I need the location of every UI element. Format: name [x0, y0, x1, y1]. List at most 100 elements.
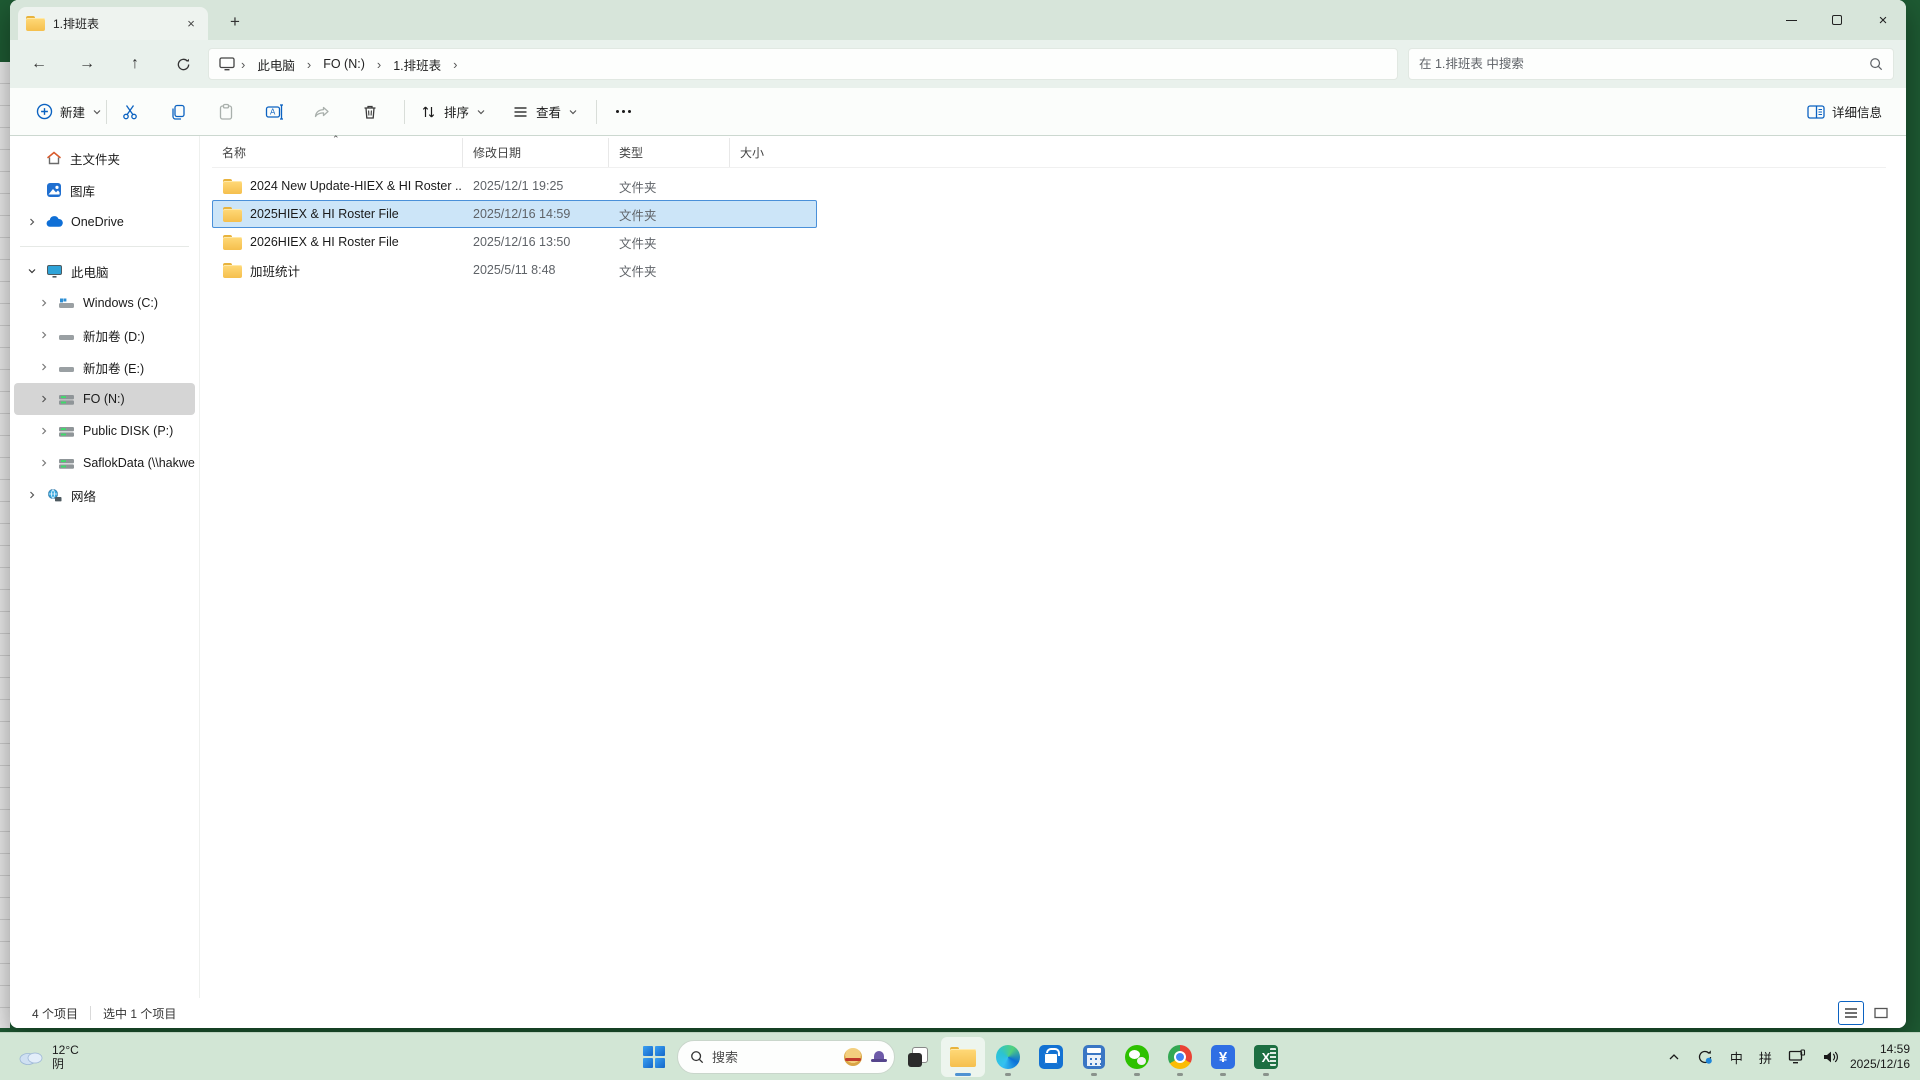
sidebar-item-drive-p[interactable]: Public DISK (P:): [14, 415, 195, 447]
sidebar-item-drive-saflok[interactable]: SaflokData (\\hakwe: [14, 447, 195, 479]
status-separator: [90, 1006, 91, 1020]
file-type: 文件夹: [609, 233, 730, 252]
sync-icon: [1696, 1048, 1714, 1066]
chrome-icon: [1168, 1045, 1192, 1069]
chevron-right-icon[interactable]: [26, 217, 38, 227]
breadcrumb[interactable]: › 此电脑 › FO (N:) › 1.排班表 ›: [208, 48, 1398, 80]
chevron-right-icon[interactable]: [26, 490, 38, 500]
chevron-right-icon[interactable]: [38, 362, 50, 372]
sidebar-item-drive-e[interactable]: 新加卷 (E:): [14, 351, 195, 383]
chevron-right-icon[interactable]: [38, 298, 50, 308]
file-type: 文件夹: [609, 205, 730, 224]
gallery-icon: [46, 182, 62, 198]
taskbar-store[interactable]: [1031, 1037, 1071, 1077]
paste-button[interactable]: [209, 95, 243, 129]
details-view-button[interactable]: [1838, 1001, 1864, 1025]
delete-button[interactable]: [353, 95, 387, 129]
taskbar-chrome[interactable]: [1160, 1037, 1200, 1077]
search-input[interactable]: [1419, 57, 1869, 71]
sidebar-item-network[interactable]: 网络: [14, 479, 195, 511]
chevron-right-icon[interactable]: [38, 394, 50, 404]
network-tray-icon[interactable]: [1782, 1037, 1812, 1077]
chevron-right-icon[interactable]: [38, 426, 50, 436]
taskbar-excel[interactable]: X: [1246, 1037, 1286, 1077]
close-button[interactable]: ×: [1860, 0, 1906, 40]
sidebar-item-drive-n[interactable]: FO (N:): [14, 383, 195, 415]
column-header-modified[interactable]: 修改日期: [462, 138, 608, 167]
yuan-app-icon: ¥: [1211, 1045, 1235, 1069]
taskbar-finance-app[interactable]: ¥: [1203, 1037, 1243, 1077]
column-header-type[interactable]: 类型: [608, 138, 729, 167]
column-header-size[interactable]: 大小: [729, 138, 809, 167]
windows-drive-icon: [58, 297, 75, 310]
forward-button[interactable]: →: [70, 48, 104, 80]
widgets-button[interactable]: 12°C 阴: [10, 1033, 87, 1080]
background-window-edge: [0, 62, 10, 1028]
network-drive-icon: [58, 457, 75, 470]
task-view-button[interactable]: [898, 1037, 938, 1077]
sidebar-item-gallery[interactable]: 图库: [14, 174, 195, 206]
sidebar-item-drive-c[interactable]: Windows (C:): [14, 287, 195, 319]
search-box[interactable]: [1408, 48, 1894, 80]
sidebar-item-home[interactable]: 主文件夹: [14, 142, 195, 174]
view-icon: [512, 104, 529, 120]
more-options-button[interactable]: [606, 95, 640, 129]
breadcrumb-current-folder[interactable]: 1.排班表: [387, 52, 447, 77]
share-button[interactable]: [305, 95, 339, 129]
view-button[interactable]: 查看: [504, 96, 586, 127]
up-button[interactable]: ↑: [118, 48, 152, 80]
taskbar-search[interactable]: [677, 1040, 895, 1074]
maximize-button[interactable]: [1814, 0, 1860, 40]
chevron-expanded-icon[interactable]: [26, 266, 38, 276]
details-pane-button[interactable]: 详细信息: [1799, 96, 1890, 127]
tab-close-icon[interactable]: ×: [182, 15, 200, 33]
volume-tray-icon[interactable]: [1816, 1037, 1846, 1077]
breadcrumb-this-pc[interactable]: 此电脑: [251, 52, 301, 77]
details-view-icon: [1844, 1007, 1858, 1019]
file-name: 2025HIEX & HI Roster File: [250, 207, 399, 221]
taskbar-file-explorer[interactable]: [941, 1037, 985, 1077]
weather-temperature: 12°C: [52, 1043, 79, 1057]
new-button[interactable]: 新建: [28, 96, 110, 127]
file-row[interactable]: 加班统计 2025/5/11 8:48 文件夹: [212, 256, 817, 284]
taskbar-clock[interactable]: 14:59 2025/12/16: [1850, 1042, 1914, 1072]
minimize-button[interactable]: [1768, 0, 1814, 40]
tray-sync-icon[interactable]: [1690, 1037, 1720, 1077]
taskbar-search-input[interactable]: [712, 1050, 836, 1065]
tray-hidden-icons-button[interactable]: [1662, 1037, 1686, 1077]
column-header-name[interactable]: ⌃ 名称: [212, 138, 462, 167]
taskbar-edge[interactable]: [988, 1037, 1028, 1077]
start-button[interactable]: [634, 1037, 674, 1077]
file-row[interactable]: 2024 New Update-HIEX & HI Roster ... 202…: [212, 172, 817, 200]
file-row-selected[interactable]: 2025HIEX & HI Roster File 2025/12/16 14:…: [212, 200, 817, 228]
rename-button[interactable]: A: [257, 95, 291, 129]
back-button[interactable]: ←: [22, 48, 56, 80]
network-drive-icon: [58, 393, 75, 406]
sidebar-item-this-pc[interactable]: 此电脑: [14, 255, 195, 287]
ime-layout-indicator[interactable]: 拼: [1753, 1037, 1778, 1077]
file-modified: 2025/12/1 19:25: [463, 179, 609, 193]
taskbar-calculator[interactable]: [1074, 1037, 1114, 1077]
command-toolbar: 新建: [10, 88, 1906, 136]
file-row[interactable]: 2026HIEX & HI Roster File 2025/12/16 13:…: [212, 228, 817, 256]
details-pane-icon: [1807, 104, 1825, 120]
breadcrumb-drive[interactable]: FO (N:): [317, 54, 371, 74]
ime-mode-indicator[interactable]: 中: [1724, 1037, 1749, 1077]
content-view-button[interactable]: [1868, 1001, 1894, 1025]
sidebar-item-drive-d[interactable]: 新加卷 (D:): [14, 319, 195, 351]
explorer-tab[interactable]: 1.排班表 ×: [18, 7, 208, 40]
titlebar[interactable]: 1.排班表 × + ×: [10, 0, 1906, 40]
chevron-down-icon: [92, 107, 102, 117]
speaker-icon: [1822, 1049, 1840, 1065]
sort-button[interactable]: 排序: [412, 96, 494, 127]
cut-button[interactable]: [113, 95, 147, 129]
refresh-button[interactable]: [166, 48, 200, 80]
taskbar-wechat[interactable]: [1117, 1037, 1157, 1077]
copy-button[interactable]: [161, 95, 195, 129]
chevron-right-icon[interactable]: [38, 458, 50, 468]
edge-icon: [996, 1045, 1020, 1069]
address-bar-row: ← → ↑ › 此电脑 › FO (N:) › 1.排班表 ›: [10, 40, 1906, 88]
sidebar-item-onedrive[interactable]: OneDrive: [14, 206, 195, 238]
new-tab-button[interactable]: +: [222, 10, 248, 36]
chevron-right-icon[interactable]: [38, 330, 50, 340]
